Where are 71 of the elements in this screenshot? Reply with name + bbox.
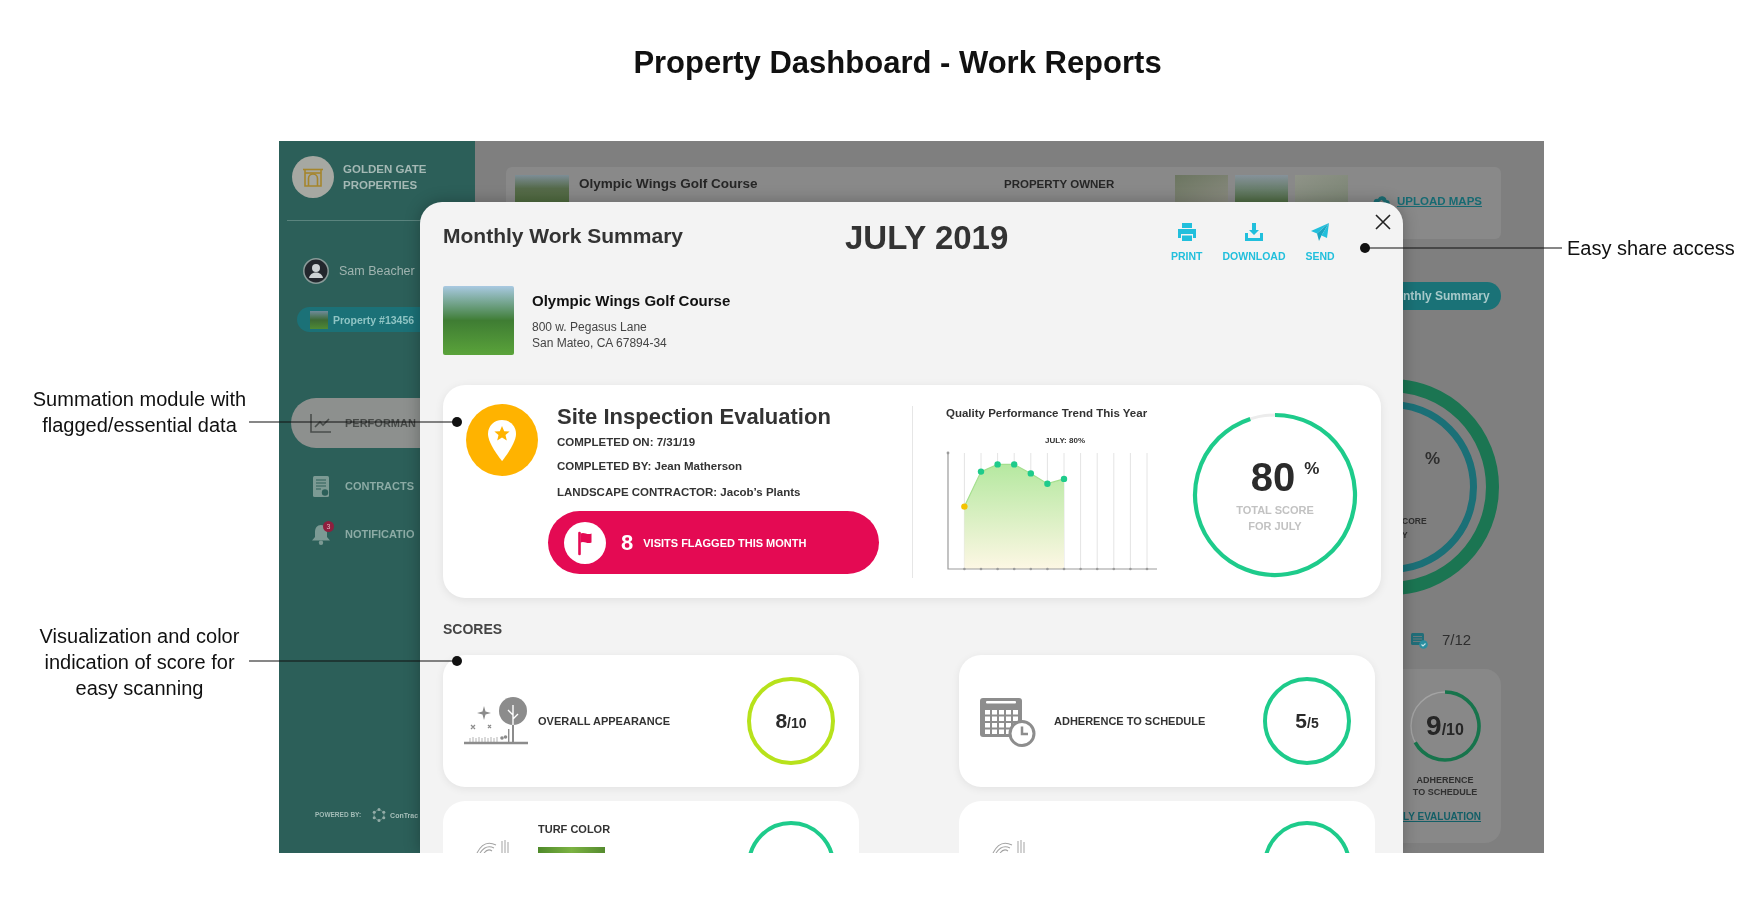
score-value: 9/10 [1426,711,1464,741]
data-point [1011,461,1018,468]
detail-line: COMPLETED ON: 7/31/19 [557,435,696,450]
paper-plane-icon [1310,222,1331,242]
address-line: San Mateo, CA 67894-34 [532,335,667,351]
annotation-text: Easy share access [1567,236,1735,261]
annotation-text: Summation module with flagged/essential data [31,387,248,438]
data-point [1060,475,1068,483]
map-placeholder [1235,175,1288,202]
percent-sign: % [1304,460,1320,477]
print-button[interactable]: PRINT [1171,222,1203,262]
section-title: Site Inspection Evaluation [557,404,831,430]
user-name: Sam Beacher [339,263,415,279]
percent-sign: % [1425,450,1441,467]
detail-line: LANDSCAPE CONTRACTOR: Jacob’s Plants [557,485,801,500]
download-button[interactable]: DOWNLOAD [1222,222,1286,262]
download-icon [1244,222,1264,242]
data-point [1027,470,1034,477]
owner-label: PROPERTY OWNER [1004,177,1115,192]
data-point [994,461,1001,468]
score-value: 8/10 [775,709,807,733]
chart-label: JULY: 80% [1045,436,1086,445]
map-pin-icon [466,404,538,476]
score-value: 5/5 [1295,709,1319,733]
property-name: Olympic Wings Golf Course [579,176,758,192]
photo-placeholder [443,286,514,355]
nav-item[interactable]: CONTRACTS [291,462,420,510]
data-point [977,468,985,475]
close-button[interactable] [1373,213,1392,231]
monthly-summary-button[interactable]: nthly Summary [1402,282,1501,310]
evaluation-link[interactable]: LY EVALUATION [1403,811,1481,823]
arch-logo-icon [292,156,334,198]
map-placeholder [1175,175,1228,202]
printer-icon [1176,222,1197,242]
annotation-text: Visualization and color indication of score for easy scanning [38,624,241,701]
score-label: TURF COLOR [538,822,611,836]
progress-count: 7/12 [1442,631,1472,649]
calendar-check-icon [1411,631,1428,649]
flagged-visits-button[interactable]: 8 VISITS FLAGGED THIS MONTH [548,511,879,574]
data-point [1044,480,1051,487]
close-icon [1374,214,1391,230]
page-title: Property Dashboard - Work Reports [633,45,1162,81]
send-button[interactable]: SEND [1305,222,1335,262]
map-placeholder [1295,175,1348,202]
data-point [961,503,968,510]
address-line: 800 w. Pegasus Lane [532,319,647,335]
total-score-label: TOTAL SCORE FOR JULY [1235,503,1315,534]
brand-name: GOLDEN GATE PROPERTIES [343,162,428,193]
chart-title: Quality Performance Trend This Year [946,406,1148,420]
photo-placeholder [515,175,569,202]
property-selector[interactable]: Property #13456 [297,307,420,332]
avatar-icon [303,258,329,284]
photo-placeholder [310,310,328,329]
flag-icon [564,521,606,564]
property-name: Olympic Wings Golf Course [532,292,731,310]
score-label: ADHERENCE TO SCHEDULE [1054,714,1206,728]
document-icon [312,475,330,497]
section-title: SCORES [443,620,503,638]
upload-maps-link[interactable]: UPLOAD MAPS [1397,194,1482,208]
logo-icon [372,808,387,822]
bell-icon [311,523,331,545]
calendar-clock-icon [980,695,1036,747]
score-label: OVERALL APPEARANCE [538,714,671,728]
total-score-value: 80 [1250,457,1296,497]
modal-title: Monthly Work Summary [443,223,683,249]
line-chart-icon [310,413,332,433]
detail-line: COMPLETED BY: Jean Matherson [557,459,743,474]
tree-icon [462,695,530,747]
period-title: JULY 2019 [845,218,1009,258]
score-label: ADHERENCE TO SCHEDULE [1411,774,1479,798]
ring-label: CORE [1402,516,1427,526]
